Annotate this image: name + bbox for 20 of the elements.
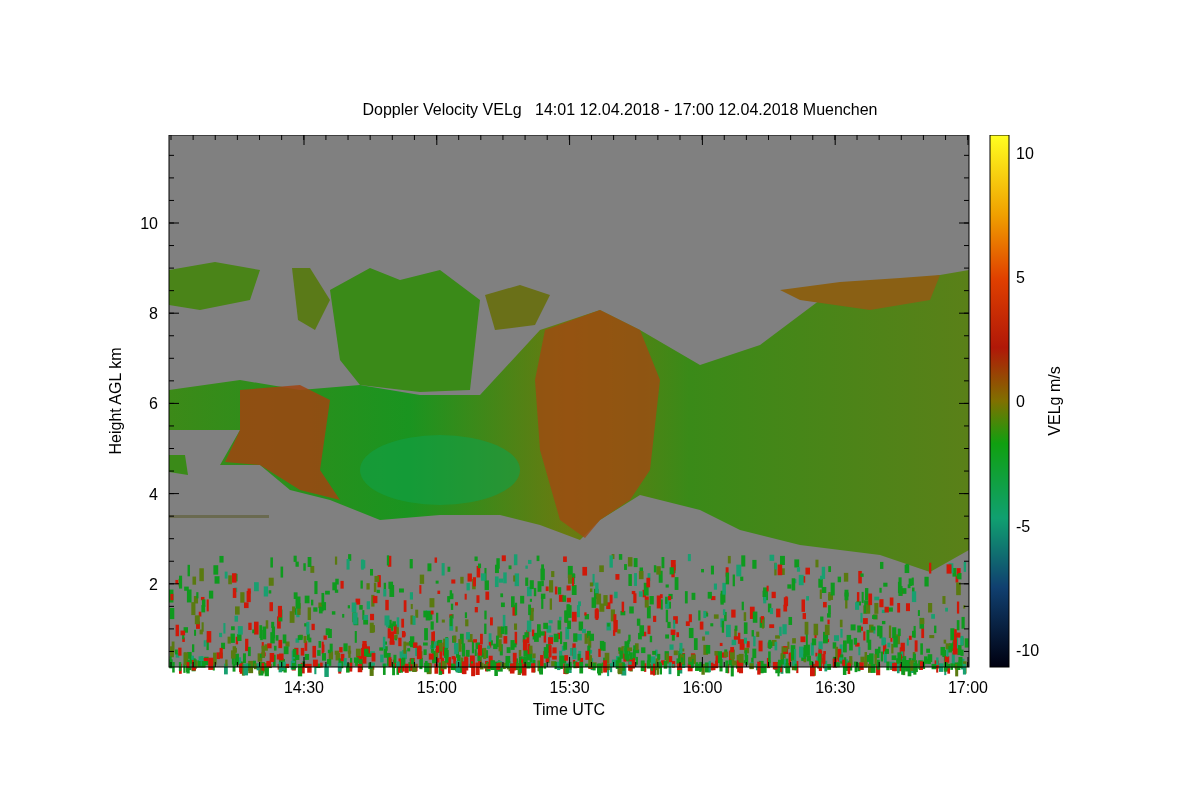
y-tick-label: 2 — [149, 575, 158, 593]
y-axis-label: Height AGL km — [107, 347, 124, 455]
x-tick-label: 16:30 — [815, 679, 856, 696]
x-axis-label: Time UTC — [532, 701, 606, 718]
colorbar-tick-label: -5 — [1016, 517, 1031, 535]
x-tick-label: 17:00 — [948, 679, 988, 696]
x-tick-label: 14:30 — [284, 679, 324, 696]
x-tick-label: 16:00 — [682, 679, 723, 696]
colorbar-label: VELg m/s — [1046, 366, 1063, 436]
x-tick-label: 15:00 — [416, 679, 457, 696]
colorbar-tick-label: 10 — [1016, 145, 1034, 162]
y-tick-label: 4 — [149, 485, 158, 503]
x-tick-label: 15:30 — [549, 679, 590, 696]
colorbar-tick-label: 0 — [1016, 393, 1025, 411]
y-tick-label: 10 — [140, 215, 158, 232]
plot-title: Doppler Velocity VELg 14:01 12.04.2018 - 17:00 12.04.2018 Muenchen — [362, 101, 878, 119]
y-tick-label: 6 — [149, 395, 158, 413]
colorbar-tick-label: -10 — [1016, 641, 1040, 659]
y-tick-label: 8 — [149, 305, 158, 323]
colorbar-tick-label: 5 — [1016, 269, 1025, 287]
